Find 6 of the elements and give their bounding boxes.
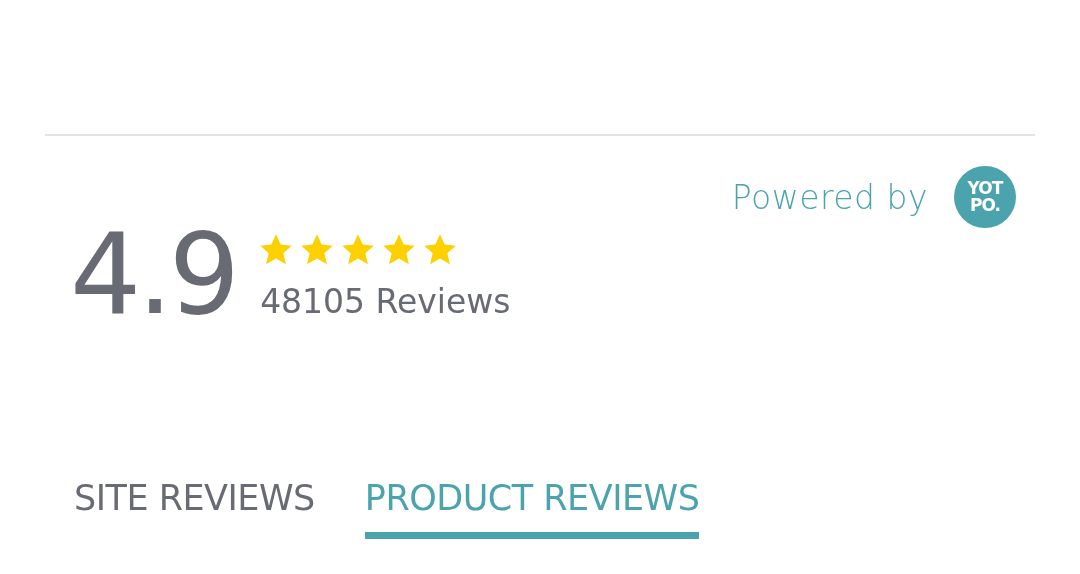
average-rating: 4.9 [70,218,237,330]
tab[interactable]: PRODUCT REVIEWS [364,478,700,539]
tab[interactable]: SITE REVIEWS [74,478,315,539]
logo-badge[interactable]: YOT PO. [954,166,1016,228]
review-count: 48105 Reviews [259,281,511,321]
powered-by-label: Powered by [731,177,928,217]
